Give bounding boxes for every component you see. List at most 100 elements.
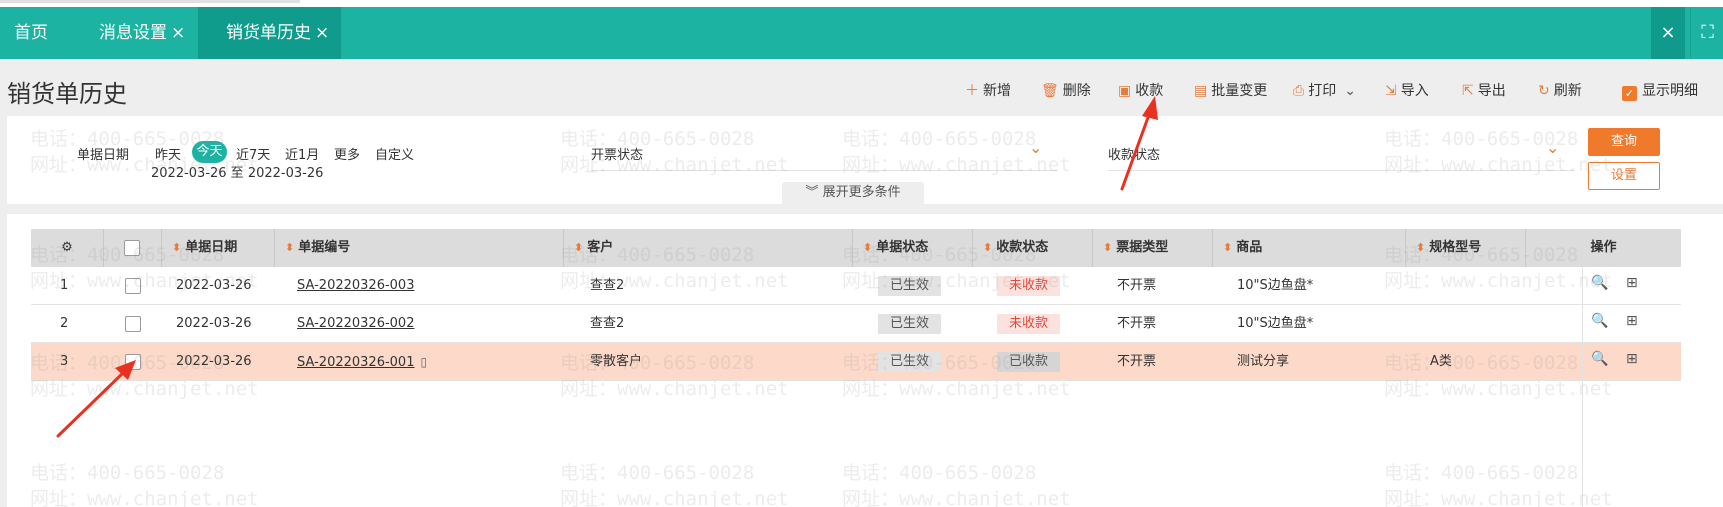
refresh-button[interactable]: ↻ 刷新 [1538, 80, 1582, 102]
header-doc-status[interactable]: ⬍ 单据状态 [853, 229, 973, 267]
close-icon[interactable]: × [315, 23, 329, 43]
date-option-today[interactable]: 今天 [192, 141, 227, 163]
fullscreen-icon[interactable]: ⛶ [1690, 7, 1723, 59]
export-label: 导出 [1477, 83, 1506, 99]
column-settings-icon[interactable]: ⚙ [31, 229, 104, 267]
view-detail-icon[interactable]: 🔍 [1591, 351, 1608, 367]
header-receipt-status-label: 收款状态 [996, 240, 1049, 255]
receipt-icon: ▣ [1118, 83, 1132, 99]
sort-icon[interactable]: ⬍ [285, 241, 294, 254]
header-bill-type[interactable]: ⬍ 票据类型 [1093, 229, 1213, 267]
doc-status-badge: 已生效 [878, 276, 942, 296]
show-detail-label: 显示明细 [1642, 83, 1698, 99]
invoice-status-dropdown-icon[interactable]: ⌄ [1029, 138, 1042, 157]
sort-icon[interactable]: ⬍ [1103, 241, 1112, 254]
sort-icon[interactable]: ⬍ [574, 241, 583, 254]
header-spec[interactable]: ⬍ 规格型号 [1406, 229, 1526, 267]
export-icon: ⇱ [1462, 83, 1474, 99]
row-checkbox[interactable] [125, 316, 141, 332]
tab-message-settings[interactable]: 消息设置 × [99, 7, 185, 59]
sort-icon[interactable]: ⬍ [1416, 241, 1425, 254]
table-row[interactable]: 1 2022-03-26 SA-20220326-003 查查2 已生效 未收款… [31, 267, 1681, 305]
receipt-status-dropdown-icon[interactable]: ⌄ [1546, 138, 1559, 157]
import-button[interactable]: ⇲ 导入 [1385, 80, 1429, 102]
date-option-more[interactable]: 更多 [334, 144, 360, 163]
grid-menu-icon[interactable]: ⊞ [1626, 313, 1638, 329]
view-detail-icon[interactable]: 🔍 [1591, 313, 1608, 329]
print-button[interactable]: ⎙ 打印 ⌄ [1293, 80, 1356, 102]
top-strip [0, 0, 1723, 7]
double-chevron-down-icon: ︾ [805, 185, 823, 200]
header-receipt-status[interactable]: ⬍ 收款状态 [973, 229, 1093, 267]
grid-menu-icon[interactable]: ⊞ [1626, 275, 1638, 291]
print-label: 打印 [1308, 83, 1337, 99]
header-date[interactable]: ⬍ 单据日期 [162, 229, 275, 267]
date-option-custom[interactable]: 自定义 [375, 144, 414, 163]
delete-label: 删除 [1062, 83, 1091, 99]
row-number: 2 [60, 316, 69, 331]
row-doc-status: 已生效 [878, 305, 942, 343]
add-button[interactable]: ＋新增 [965, 80, 1011, 102]
table-row-selected[interactable]: 3 2022-03-26 SA-20220326-001 ▯ 零散客户 已生效 已… [31, 343, 1681, 381]
row-number: 1 [60, 278, 69, 293]
row-checkbox[interactable] [125, 278, 141, 294]
sort-icon[interactable]: ⬍ [172, 241, 181, 254]
import-label: 导入 [1400, 83, 1429, 99]
header-select-all[interactable] [104, 229, 162, 267]
tab-sales-history[interactable]: 销货单历史 × [198, 7, 341, 59]
tab-bar: 首页 消息设置 × 销货单历史 × × ⛶ [0, 7, 1723, 59]
row-checkbox[interactable] [125, 354, 141, 370]
row-code-link[interactable]: SA-20220326-001 [297, 355, 414, 370]
date-option-7days[interactable]: 近7天 [236, 144, 270, 163]
select-all-checkbox[interactable] [124, 240, 140, 256]
row-product: 10"S边鱼盘* [1237, 316, 1314, 331]
import-icon: ⇲ [1385, 83, 1397, 99]
header-code[interactable]: ⬍ 单据编号 [275, 229, 564, 267]
receipt-status-badge: 未收款 [997, 314, 1061, 334]
close-all-icon[interactable]: × [1651, 7, 1685, 59]
query-button[interactable]: 查询 [1588, 128, 1660, 156]
receive-button[interactable]: ▣ 收款 [1118, 80, 1163, 102]
show-detail-toggle[interactable]: ✓ 显示明细 [1622, 80, 1698, 102]
sort-icon[interactable]: ⬍ [983, 241, 992, 254]
table-row[interactable]: 2 2022-03-26 SA-20220326-002 查查2 已生效 未收款… [31, 305, 1681, 343]
header-product[interactable]: ⬍ 商品 [1213, 229, 1406, 267]
batch-change-button[interactable]: ▤ 批量变更 [1194, 80, 1267, 102]
row-code-link[interactable]: SA-20220326-003 [297, 267, 414, 305]
header-code-label: 单据编号 [298, 240, 351, 255]
sort-icon[interactable]: ⬍ [1223, 241, 1232, 254]
date-range-value: 2022-03-26 至 2022-03-26 [151, 166, 324, 181]
date-option-1month[interactable]: 近1月 [285, 144, 319, 163]
row-doc-status: 已生效 [878, 267, 942, 305]
export-button[interactable]: ⇱ 导出 [1462, 80, 1506, 102]
batch-change-label: 批量变更 [1211, 83, 1268, 99]
tab-message-settings-label: 消息设置 [99, 23, 167, 43]
refresh-label: 刷新 [1553, 83, 1582, 99]
row-customer: 零散客户 [590, 354, 643, 369]
header-customer[interactable]: ⬍ 客户 [564, 229, 853, 267]
chevron-down-icon[interactable]: ⌄ [1344, 83, 1356, 99]
row-spec: A类 [1430, 354, 1452, 369]
row-product: 测试分享 [1237, 354, 1290, 369]
date-option-yesterday[interactable]: 昨天 [155, 144, 181, 163]
tab-home[interactable]: 首页 [14, 7, 48, 59]
receipt-status-badge: 未收款 [997, 276, 1061, 296]
expand-conditions-button[interactable]: ︾ 展开更多条件 [782, 182, 924, 204]
receipt-status-badge: 已收款 [997, 352, 1061, 372]
refresh-icon: ↻ [1538, 83, 1550, 99]
header-ops: 操作 [1526, 229, 1681, 267]
grid-menu-icon[interactable]: ⊞ [1626, 351, 1638, 367]
close-icon[interactable]: × [171, 23, 185, 43]
row-bill-type: 不开票 [1117, 354, 1157, 369]
delete-button[interactable]: 🗑 删除 [1041, 80, 1091, 102]
header-doc-status-label: 单据状态 [876, 240, 929, 255]
row-date: 2022-03-26 [176, 354, 252, 369]
row-code-link[interactable]: SA-20220326-002 [297, 305, 414, 343]
sort-icon[interactable]: ⬍ [863, 241, 872, 254]
row-number: 3 [60, 354, 69, 369]
row-receipt-status: 已收款 [997, 343, 1061, 381]
view-detail-icon[interactable]: 🔍 [1591, 275, 1608, 291]
setting-button[interactable]: 设置 [1588, 162, 1660, 190]
receive-label: 收款 [1135, 83, 1164, 99]
invoice-status-label: 开票状态 [591, 148, 644, 163]
